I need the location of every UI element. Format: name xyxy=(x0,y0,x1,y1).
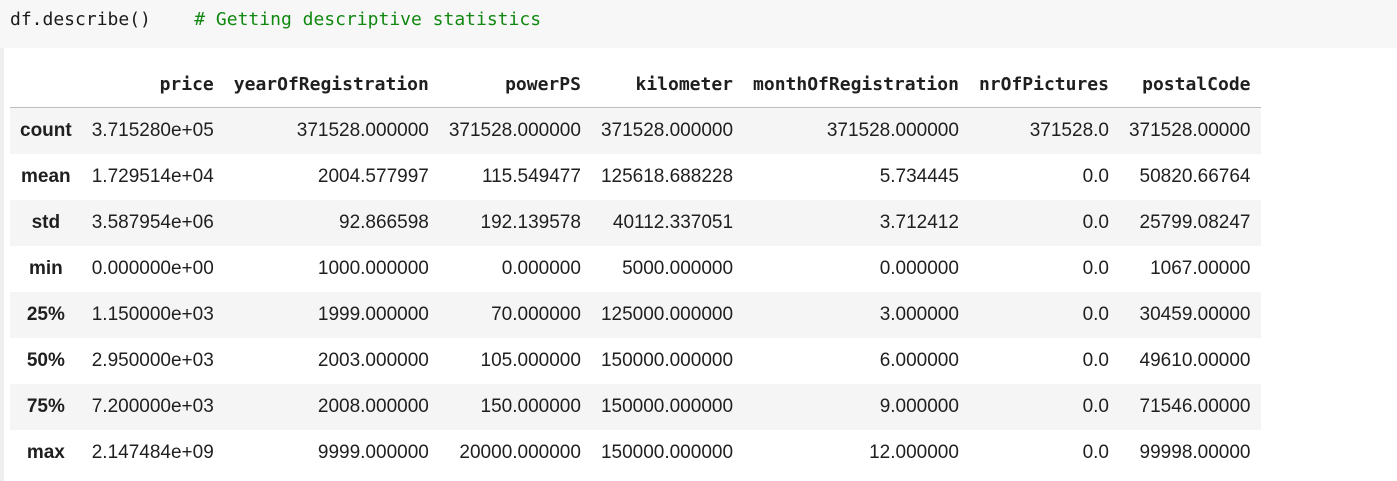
table-cell: 6.000000 xyxy=(879,350,959,371)
table-cell: 150000.000000 xyxy=(600,396,734,417)
table-cell: 0.000000 xyxy=(879,258,959,279)
row-label: max xyxy=(26,442,65,463)
table-cell: 125618.688228 xyxy=(600,166,734,187)
table-cell: 3.715280e+05 xyxy=(91,120,214,141)
table-cell: 9.000000 xyxy=(879,396,959,417)
table-row: count 3.715280e+05 371528.000000 371528.… xyxy=(10,107,1261,154)
table-cell: 115.549477 xyxy=(481,166,581,187)
table-row: std 3.587954e+06 92.866598 192.139578 40… xyxy=(10,200,1261,246)
code-text: df.describe() xyxy=(10,9,151,30)
table-cell: 40112.337051 xyxy=(612,212,734,233)
table-cell: 0.0 xyxy=(1082,396,1109,417)
table-cell: 1.729514e+04 xyxy=(91,166,214,187)
table-row: max 2.147484e+09 9999.000000 20000.00000… xyxy=(10,430,1261,476)
table-cell: 12.000000 xyxy=(869,442,959,463)
table-cell: 0.0 xyxy=(1082,258,1109,279)
table-cell: 30459.00000 xyxy=(1139,304,1251,325)
col-header-price: price xyxy=(81,62,224,108)
row-label: mean xyxy=(21,166,71,187)
row-label: count xyxy=(20,120,72,141)
row-label: min xyxy=(28,258,63,279)
col-header-nrofpictures: nrOfPictures xyxy=(968,62,1119,108)
table-row: 75% 7.200000e+03 2008.000000 150.000000 … xyxy=(10,384,1261,430)
table-cell: 150000.000000 xyxy=(600,350,734,371)
table-cell: 7.200000e+03 xyxy=(91,396,214,417)
table-cell: 70.000000 xyxy=(491,304,581,325)
row-label: 25% xyxy=(26,304,65,325)
table-cell: 5.734445 xyxy=(879,166,959,187)
table-cell: 49610.00000 xyxy=(1139,350,1251,371)
table-cell: 50820.66764 xyxy=(1139,166,1251,187)
table-cell: 2003.000000 xyxy=(317,350,429,371)
table-cell: 92.866598 xyxy=(339,212,429,233)
table-cell: 9999.000000 xyxy=(317,442,429,463)
table-cell: 0.0 xyxy=(1082,166,1109,187)
table-cell: 1000.000000 xyxy=(317,258,429,279)
col-header-postalcode: postalCode xyxy=(1118,62,1261,108)
table-cell: 371528.000000 xyxy=(296,120,429,141)
table-cell: 5000.000000 xyxy=(622,258,734,279)
table-cell: 0.000000 xyxy=(501,258,581,279)
table-cell: 2004.577997 xyxy=(317,166,429,187)
table-cell: 0.0 xyxy=(1082,212,1109,233)
table-cell: 20000.000000 xyxy=(459,442,581,463)
table-cell: 1067.00000 xyxy=(1150,258,1251,279)
table-cell: 71546.00000 xyxy=(1139,396,1251,417)
table-cell: 371528.000000 xyxy=(600,120,734,141)
table-cell: 1999.000000 xyxy=(317,304,429,325)
table-cell: 0.0 xyxy=(1082,350,1109,371)
table-cell: 99998.00000 xyxy=(1139,442,1251,463)
row-label: std xyxy=(31,212,61,233)
table-cell: 0.000000e+00 xyxy=(91,258,214,279)
table-cell: 25799.08247 xyxy=(1139,212,1251,233)
row-label: 50% xyxy=(26,350,65,371)
table-cell: 3.587954e+06 xyxy=(91,212,214,233)
table-cell: 192.139578 xyxy=(480,212,581,233)
table-cell: 125000.000000 xyxy=(600,304,734,325)
notebook-page: df.describe() # Getting descriptive stat… xyxy=(0,0,1397,481)
code-comment: # Getting descriptive statistics xyxy=(194,9,542,30)
table-cell: 371528.00000 xyxy=(1128,120,1251,141)
table-cell: 2008.000000 xyxy=(317,396,429,417)
table-cell: 0.0 xyxy=(1082,442,1109,463)
code-cell[interactable]: df.describe() # Getting descriptive stat… xyxy=(0,0,1397,48)
col-header-monthofregistration: monthOfRegistration xyxy=(743,62,969,108)
table-cell: 371528.000000 xyxy=(448,120,581,141)
describe-table: price yearOfRegistration powerPS kilomet… xyxy=(10,62,1261,476)
table-cell: 150.000000 xyxy=(480,396,581,417)
table-cell: 371528.000000 xyxy=(826,120,959,141)
table-cell: 3.712412 xyxy=(879,212,959,233)
output-left-border xyxy=(0,48,4,481)
table-cell: 150000.000000 xyxy=(600,442,734,463)
header-row: price yearOfRegistration powerPS kilomet… xyxy=(10,62,1261,108)
table-cell: 2.147484e+09 xyxy=(91,442,214,463)
table-cell: 2.950000e+03 xyxy=(91,350,214,371)
table-row: 50% 2.950000e+03 2003.000000 105.000000 … xyxy=(10,338,1261,384)
table-cell: 371528.0 xyxy=(1029,120,1109,141)
table-row: mean 1.729514e+04 2004.577997 115.549477… xyxy=(10,154,1261,200)
table-cell: 0.0 xyxy=(1082,304,1109,325)
table-corner xyxy=(10,62,82,108)
col-header-powerps: powerPS xyxy=(438,62,591,108)
table-cell: 105.000000 xyxy=(480,350,581,371)
col-header-kilometer: kilometer xyxy=(590,62,744,108)
table-row: min 0.000000e+00 1000.000000 0.000000 50… xyxy=(10,246,1261,292)
col-header-yearofregistration: yearOfRegistration xyxy=(223,62,439,108)
table-cell: 3.000000 xyxy=(879,304,959,325)
table-cell: 1.150000e+03 xyxy=(91,304,214,325)
row-label: 75% xyxy=(26,396,65,417)
table-row: 25% 1.150000e+03 1999.000000 70.000000 1… xyxy=(10,292,1261,338)
